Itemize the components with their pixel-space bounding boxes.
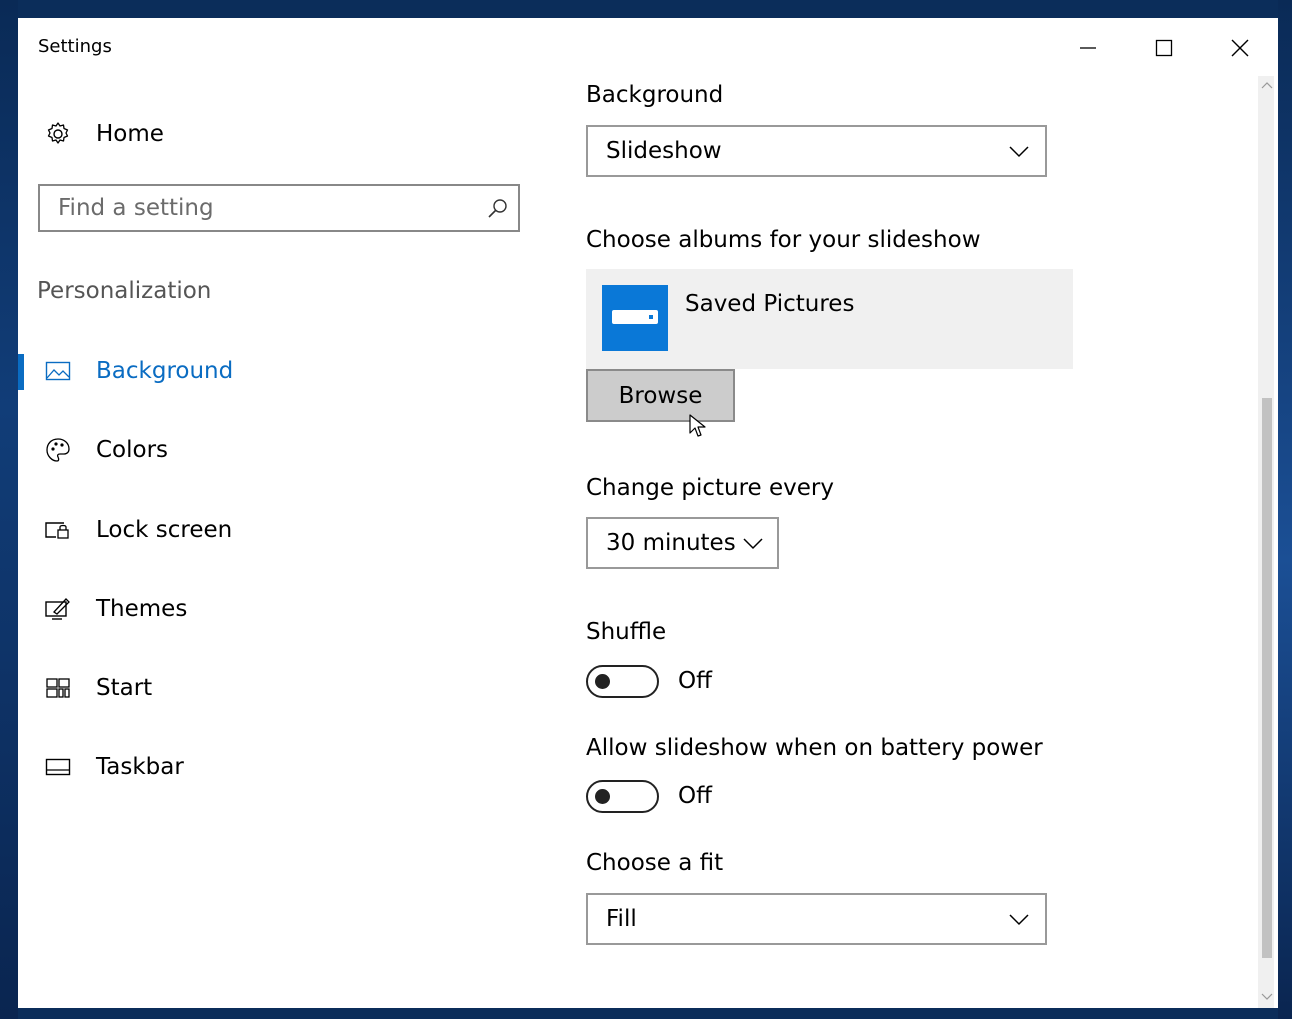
minimize-button[interactable] bbox=[1058, 28, 1118, 68]
interval-dropdown[interactable]: 30 minutes bbox=[586, 517, 779, 569]
scroll-down-icon[interactable] bbox=[1261, 990, 1273, 1004]
shuffle-label: Shuffle bbox=[586, 619, 667, 645]
sidebar-home-label: Home bbox=[96, 121, 164, 147]
albums-label: Choose albums for your slideshow bbox=[586, 227, 981, 253]
chevron-down-icon bbox=[999, 899, 1039, 939]
gear-icon bbox=[38, 114, 78, 154]
close-icon bbox=[1231, 39, 1249, 57]
battery-toggle[interactable] bbox=[586, 780, 659, 813]
maximize-button[interactable] bbox=[1134, 28, 1194, 68]
shuffle-state: Off bbox=[678, 668, 712, 694]
sidebar-item-start[interactable]: Start bbox=[38, 668, 152, 708]
background-label: Background bbox=[586, 82, 724, 108]
chevron-down-icon bbox=[999, 131, 1039, 171]
background-value: Slideshow bbox=[606, 138, 722, 164]
sidebar-item-label: Start bbox=[96, 675, 153, 701]
themes-icon bbox=[38, 589, 78, 629]
battery-state: Off bbox=[678, 783, 712, 809]
search-placeholder: Find a setting bbox=[58, 195, 214, 221]
search-icon[interactable] bbox=[478, 188, 518, 228]
sidebar-item-label: Background bbox=[96, 358, 234, 384]
sidebar-home[interactable]: Home bbox=[38, 114, 164, 154]
sidebar-item-label: Colors bbox=[96, 437, 169, 463]
minimize-icon bbox=[1080, 47, 1096, 49]
desktop-background-right bbox=[1278, 0, 1292, 1019]
picture-icon bbox=[38, 351, 78, 391]
battery-label: Allow slideshow when on battery power bbox=[586, 735, 1043, 761]
mouse-cursor-icon bbox=[689, 414, 706, 437]
browse-button[interactable]: Browse bbox=[586, 369, 735, 422]
album-tile[interactable]: Saved Pictures bbox=[586, 269, 1073, 369]
scrollbar-thumb[interactable] bbox=[1262, 398, 1272, 958]
sidebar-item-background[interactable]: Background bbox=[38, 351, 233, 391]
sidebar-item-label: Lock screen bbox=[96, 517, 233, 543]
sidebar-item-themes[interactable]: Themes bbox=[38, 589, 187, 629]
sidebar-item-taskbar[interactable]: Taskbar bbox=[38, 747, 184, 787]
album-name: Saved Pictures bbox=[685, 291, 855, 317]
fit-dropdown[interactable]: Fill bbox=[586, 893, 1047, 945]
album-folder-icon bbox=[602, 285, 668, 351]
settings-window: Settings Home Find a setting Personaliza… bbox=[18, 18, 1278, 1008]
close-button[interactable] bbox=[1210, 28, 1270, 68]
taskbar-icon bbox=[38, 747, 78, 787]
active-indicator bbox=[18, 354, 24, 390]
desktop-background bbox=[0, 0, 18, 1019]
sidebar-item-label: Themes bbox=[96, 596, 188, 622]
search-input[interactable]: Find a setting bbox=[38, 184, 520, 232]
scroll-up-icon[interactable] bbox=[1261, 78, 1273, 92]
window-title: Settings bbox=[38, 36, 112, 57]
lock-screen-icon bbox=[38, 510, 78, 550]
sidebar-item-colors[interactable]: Colors bbox=[38, 430, 168, 470]
section-title: Personalization bbox=[37, 278, 212, 304]
fit-value: Fill bbox=[606, 906, 637, 932]
sidebar-item-lock-screen[interactable]: Lock screen bbox=[38, 510, 232, 550]
interval-value: 30 minutes bbox=[606, 530, 736, 556]
chevron-down-icon bbox=[736, 523, 771, 563]
start-icon bbox=[38, 668, 78, 708]
palette-icon bbox=[38, 430, 78, 470]
interval-label: Change picture every bbox=[586, 475, 834, 501]
sidebar-item-label: Taskbar bbox=[96, 754, 184, 780]
maximize-icon bbox=[1155, 39, 1173, 57]
fit-label: Choose a fit bbox=[586, 850, 724, 876]
shuffle-toggle[interactable] bbox=[586, 665, 659, 698]
background-dropdown[interactable]: Slideshow bbox=[586, 125, 1047, 177]
